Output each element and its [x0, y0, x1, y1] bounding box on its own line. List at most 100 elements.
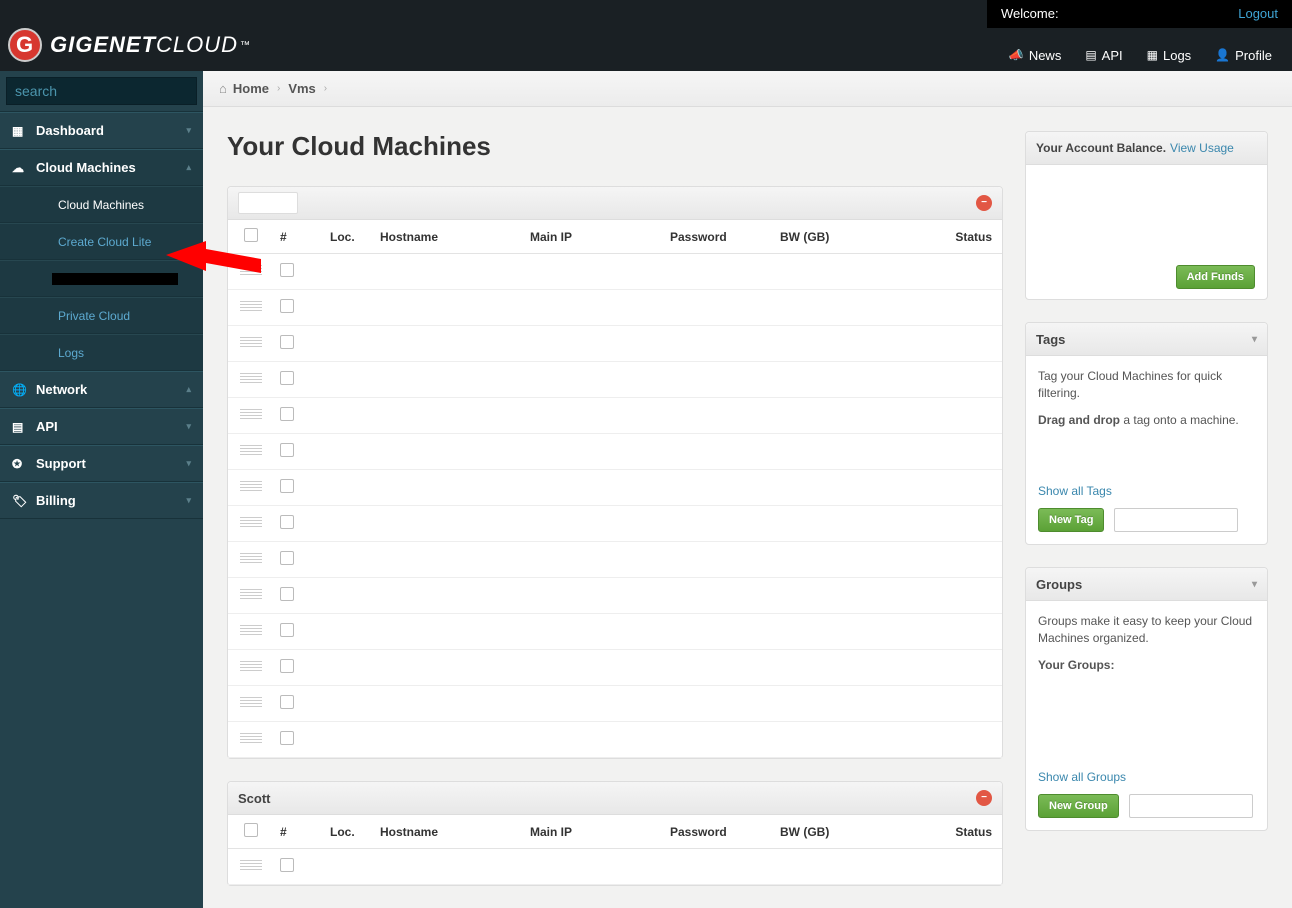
drag-handle-icon[interactable]: [240, 623, 262, 637]
th-status[interactable]: Status: [884, 220, 1002, 254]
drag-handle-icon[interactable]: [240, 587, 262, 601]
table-row[interactable]: [228, 686, 1002, 722]
select-all-checkbox[interactable]: [244, 823, 258, 837]
nav-dashboard[interactable]: ▦Dashboard▾: [0, 112, 203, 149]
table-row[interactable]: [228, 362, 1002, 398]
collapse-icon[interactable]: −: [976, 790, 992, 806]
table-row[interactable]: [228, 506, 1002, 542]
logo[interactable]: G GIGENETCLOUD™: [8, 28, 251, 62]
sub-cloud-machines[interactable]: Cloud Machines: [0, 186, 203, 223]
th-num[interactable]: #: [274, 220, 324, 254]
topnav-news[interactable]: 📣News: [1009, 48, 1061, 63]
row-checkbox[interactable]: [280, 299, 294, 313]
logout-link[interactable]: Logout: [1238, 0, 1278, 28]
table-row[interactable]: [228, 849, 1002, 885]
row-checkbox[interactable]: [280, 587, 294, 601]
topnav-logs[interactable]: ▦Logs: [1147, 48, 1192, 63]
tags-header[interactable]: Tags ▾: [1026, 323, 1267, 356]
row-checkbox[interactable]: [280, 263, 294, 277]
show-all-groups-link[interactable]: Show all Groups: [1038, 770, 1255, 784]
row-checkbox[interactable]: [280, 443, 294, 457]
th-main-ip[interactable]: Main IP: [524, 815, 664, 849]
add-funds-button[interactable]: Add Funds: [1176, 265, 1255, 289]
sub-redacted-item[interactable]: [0, 260, 203, 297]
table-row[interactable]: [228, 578, 1002, 614]
nav-billing[interactable]: 🏷Billing▾: [0, 482, 203, 519]
row-checkbox[interactable]: [280, 335, 294, 349]
th-main-ip[interactable]: Main IP: [524, 220, 664, 254]
page-title: Your Cloud Machines: [227, 131, 1003, 162]
show-all-tags-link[interactable]: Show all Tags: [1038, 484, 1255, 498]
row-checkbox[interactable]: [280, 858, 294, 872]
drag-handle-icon[interactable]: [240, 551, 262, 565]
th-status[interactable]: Status: [884, 815, 1002, 849]
new-group-input[interactable]: [1129, 794, 1253, 818]
top-nav: 📣News ▤API ▦Logs 👤Profile: [985, 39, 1292, 71]
collapse-icon[interactable]: −: [976, 195, 992, 211]
drag-handle-icon[interactable]: [240, 858, 262, 872]
table-row[interactable]: [228, 614, 1002, 650]
account-balance-footer: Add Funds: [1026, 255, 1267, 299]
nav-support[interactable]: ✪Support▾: [0, 445, 203, 482]
groups-panel: Groups ▾ Groups make it easy to keep you…: [1025, 567, 1268, 830]
th-loc[interactable]: Loc.: [324, 220, 374, 254]
th-password[interactable]: Password: [664, 815, 774, 849]
crumb-home[interactable]: Home: [233, 81, 269, 96]
vm-group-panel-2: Scott − # Loc. Hostname Main IP Password…: [227, 781, 1003, 886]
drag-handle-icon[interactable]: [240, 335, 262, 349]
row-checkbox[interactable]: [280, 623, 294, 637]
api-icon: ▤: [1085, 48, 1096, 62]
th-password[interactable]: Password: [664, 220, 774, 254]
row-checkbox[interactable]: [280, 371, 294, 385]
sub-private-cloud[interactable]: Private Cloud: [0, 297, 203, 334]
table-row[interactable]: [228, 542, 1002, 578]
select-all-checkbox[interactable]: [244, 228, 258, 242]
drag-handle-icon[interactable]: [240, 407, 262, 421]
drag-handle-icon[interactable]: [240, 515, 262, 529]
row-checkbox[interactable]: [280, 407, 294, 421]
th-bw[interactable]: BW (GB): [774, 815, 884, 849]
table-row[interactable]: [228, 434, 1002, 470]
row-checkbox[interactable]: [280, 695, 294, 709]
row-checkbox[interactable]: [280, 731, 294, 745]
topnav-api[interactable]: ▤API: [1085, 48, 1122, 63]
th-loc[interactable]: Loc.: [324, 815, 374, 849]
sub-logs[interactable]: Logs: [0, 334, 203, 371]
crumb-vms[interactable]: Vms: [288, 81, 315, 96]
row-checkbox[interactable]: [280, 659, 294, 673]
new-tag-input[interactable]: [1114, 508, 1238, 532]
vm-table-2: # Loc. Hostname Main IP Password BW (GB)…: [228, 815, 1002, 885]
drag-handle-icon[interactable]: [240, 263, 262, 277]
table-row[interactable]: [228, 470, 1002, 506]
table-row[interactable]: [228, 290, 1002, 326]
row-checkbox[interactable]: [280, 479, 294, 493]
drag-handle-icon[interactable]: [240, 299, 262, 313]
row-checkbox[interactable]: [280, 551, 294, 565]
view-usage-link[interactable]: View Usage: [1170, 141, 1234, 155]
nav-network[interactable]: 🌐Network▴: [0, 371, 203, 408]
search-input[interactable]: [7, 78, 204, 104]
drag-handle-icon[interactable]: [240, 371, 262, 385]
new-tag-button[interactable]: New Tag: [1038, 508, 1104, 532]
drag-handle-icon[interactable]: [240, 479, 262, 493]
table-row[interactable]: [228, 650, 1002, 686]
drag-handle-icon[interactable]: [240, 695, 262, 709]
th-num[interactable]: #: [274, 815, 324, 849]
topnav-profile[interactable]: 👤Profile: [1215, 48, 1272, 63]
th-bw[interactable]: BW (GB): [774, 220, 884, 254]
row-checkbox[interactable]: [280, 515, 294, 529]
th-hostname[interactable]: Hostname: [374, 220, 524, 254]
nav-api[interactable]: ▤API▾: [0, 408, 203, 445]
drag-handle-icon[interactable]: [240, 731, 262, 745]
th-hostname[interactable]: Hostname: [374, 815, 524, 849]
drag-handle-icon[interactable]: [240, 443, 262, 457]
table-row[interactable]: [228, 398, 1002, 434]
groups-header[interactable]: Groups ▾: [1026, 568, 1267, 601]
drag-handle-icon[interactable]: [240, 659, 262, 673]
new-group-button[interactable]: New Group: [1038, 794, 1119, 818]
table-row[interactable]: [228, 326, 1002, 362]
table-row[interactable]: [228, 254, 1002, 290]
table-row[interactable]: [228, 722, 1002, 758]
sub-create-cloud-lite[interactable]: Create Cloud Lite: [0, 223, 203, 260]
nav-cloud-machines[interactable]: ☁Cloud Machines▴: [0, 149, 203, 186]
